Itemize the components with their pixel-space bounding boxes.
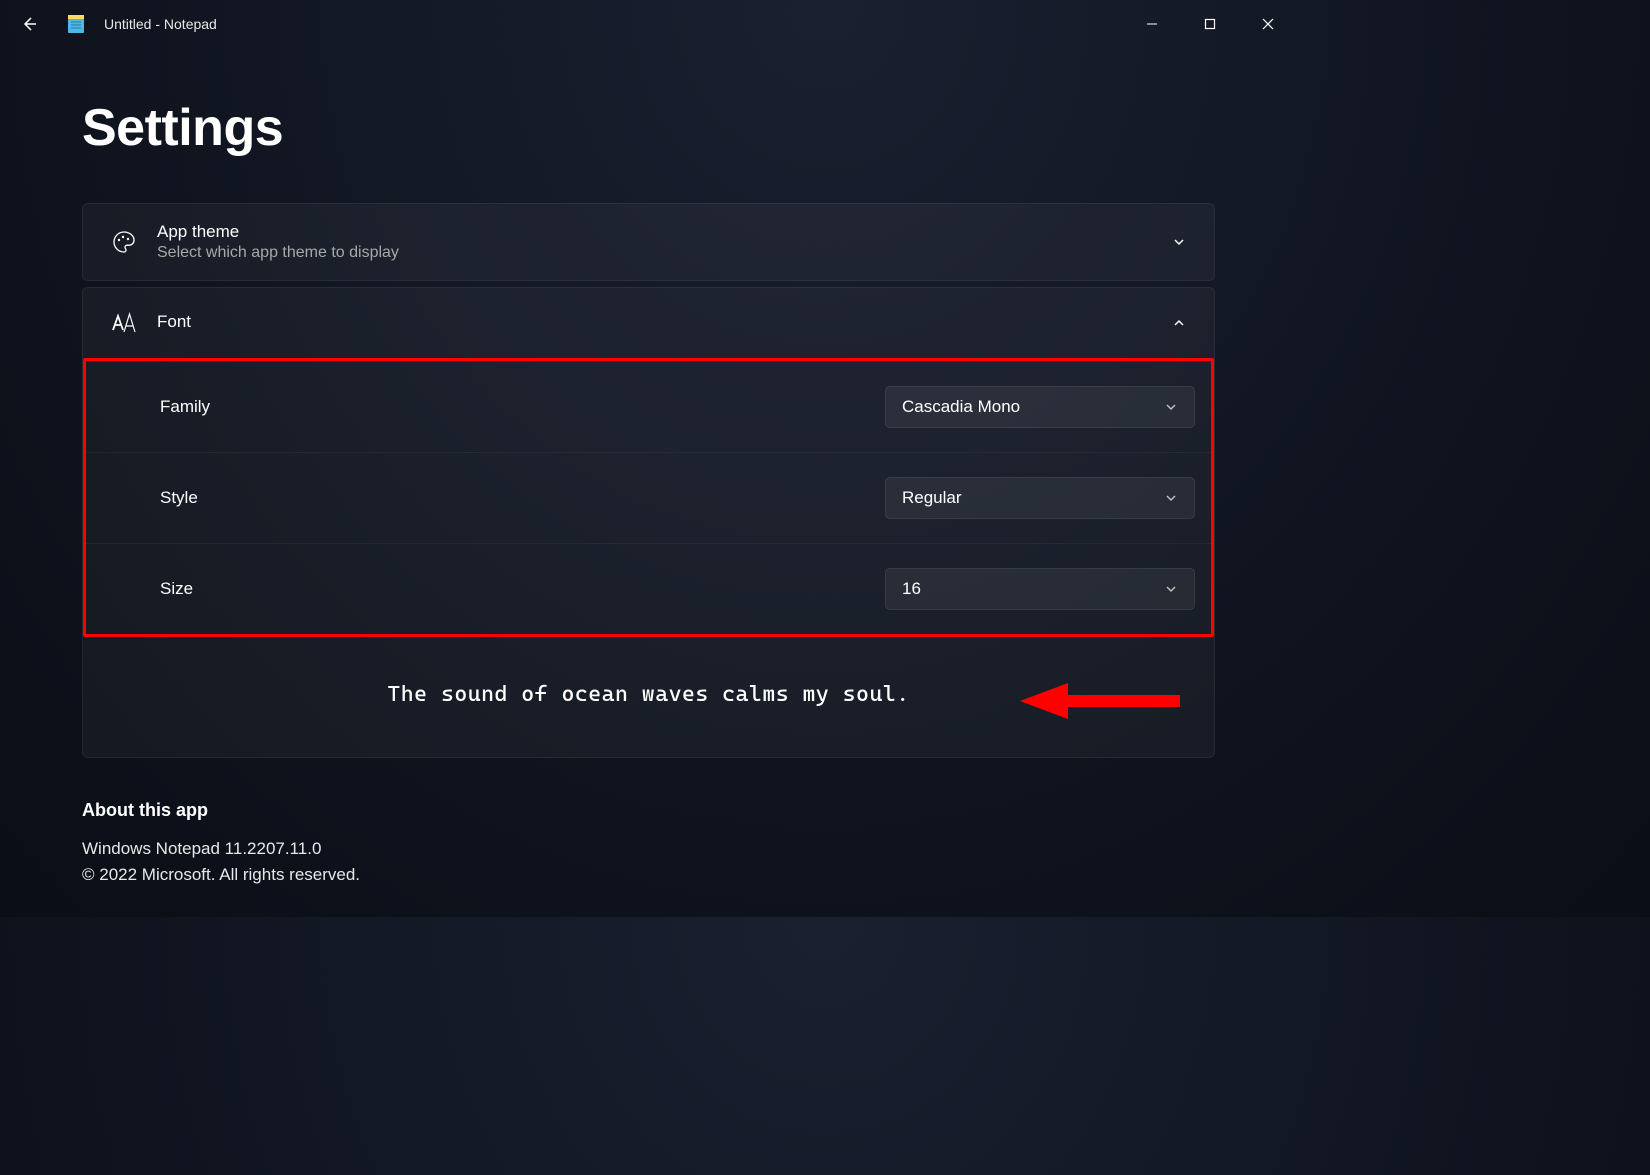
- chevron-down-icon: [1164, 400, 1178, 414]
- chevron-down-icon: [1172, 235, 1186, 249]
- font-style-value: Regular: [902, 488, 962, 508]
- font-family-row: Family Cascadia Mono: [86, 361, 1211, 452]
- palette-icon: [111, 229, 137, 255]
- minimize-button[interactable]: [1123, 4, 1181, 44]
- font-size-row: Size 16: [86, 543, 1211, 634]
- font-title: Font: [157, 312, 1172, 332]
- font-size-label: Size: [160, 579, 193, 599]
- font-size-dropdown[interactable]: 16: [885, 568, 1195, 610]
- font-icon: [111, 310, 137, 336]
- font-size-value: 16: [902, 579, 921, 599]
- font-style-row: Style Regular: [86, 452, 1211, 543]
- window-controls: [1123, 4, 1297, 44]
- back-arrow-icon: [20, 15, 38, 33]
- chevron-down-icon: [1164, 582, 1178, 596]
- minimize-icon: [1146, 18, 1158, 30]
- font-preview-text: The sound of ocean waves calms my soul.: [387, 682, 909, 707]
- about-version: Windows Notepad 11.2207.11.0: [82, 836, 1215, 862]
- about-heading: About this app: [82, 800, 1215, 821]
- window-title: Untitled - Notepad: [104, 16, 217, 32]
- font-family-dropdown[interactable]: Cascadia Mono: [885, 386, 1195, 428]
- font-card: Font Family Cascadia Mono Style Regular: [82, 287, 1215, 758]
- app-theme-card[interactable]: App theme Select which app theme to disp…: [82, 203, 1215, 281]
- annotation-arrow-icon: [1020, 681, 1180, 721]
- font-family-label: Family: [160, 397, 210, 417]
- title-bar-left: Untitled - Notepad: [20, 14, 217, 34]
- back-button[interactable]: [20, 15, 38, 33]
- notepad-app-icon: [66, 14, 86, 34]
- settings-content: Settings App theme Select which app them…: [0, 48, 1297, 887]
- maximize-icon: [1204, 18, 1216, 30]
- annotation-highlight-box: Family Cascadia Mono Style Regular: [83, 358, 1214, 637]
- title-bar: Untitled - Notepad: [0, 0, 1297, 48]
- font-preview: The sound of ocean waves calms my soul.: [83, 637, 1214, 757]
- app-theme-title: App theme: [157, 222, 1172, 242]
- app-theme-subtitle: Select which app theme to display: [157, 244, 1172, 262]
- chevron-up-icon: [1172, 316, 1186, 330]
- maximize-button[interactable]: [1181, 4, 1239, 44]
- font-style-label: Style: [160, 488, 198, 508]
- about-copyright: © 2022 Microsoft. All rights reserved.: [82, 862, 1215, 888]
- close-icon: [1262, 18, 1274, 30]
- font-card-header[interactable]: Font: [83, 288, 1214, 358]
- chevron-down-icon: [1164, 491, 1178, 505]
- font-style-dropdown[interactable]: Regular: [885, 477, 1195, 519]
- close-button[interactable]: [1239, 4, 1297, 44]
- about-section: About this app Windows Notepad 11.2207.1…: [82, 800, 1215, 887]
- font-family-value: Cascadia Mono: [902, 397, 1020, 417]
- page-heading: Settings: [82, 98, 1215, 158]
